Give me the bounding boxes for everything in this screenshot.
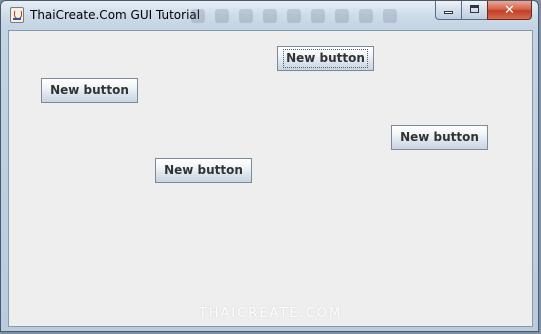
ghost-icon: [215, 9, 229, 23]
title-bar[interactable]: ThaiCreate.Com GUI Tutorial ✕: [1, 1, 538, 29]
ghost-icon: [287, 9, 301, 23]
ghost-icon: [335, 9, 349, 23]
button-label: New button: [283, 49, 368, 68]
maximize-icon: [470, 5, 479, 13]
ghost-icon: [191, 9, 205, 23]
ghost-icon: [263, 9, 277, 23]
new-button-left[interactable]: New button: [41, 78, 138, 103]
app-window: ThaiCreate.Com GUI Tutorial ✕ New button…: [0, 0, 539, 332]
java-app-icon[interactable]: [10, 7, 24, 23]
watermark: THAICREATE.COM: [198, 306, 343, 321]
window-title: ThaiCreate.Com GUI Tutorial: [30, 8, 201, 22]
ghost-icon: [383, 9, 397, 23]
close-icon: ✕: [504, 3, 515, 18]
background-toolbar-ghost: [191, 9, 421, 25]
ghost-icon: [359, 9, 373, 23]
minimize-button[interactable]: [435, 1, 461, 20]
new-button-right[interactable]: New button: [391, 125, 488, 150]
close-button[interactable]: ✕: [487, 1, 532, 20]
window-controls: ✕: [435, 1, 532, 20]
button-label: New button: [164, 163, 243, 177]
maximize-button[interactable]: [461, 1, 487, 20]
button-label: New button: [400, 130, 479, 144]
ghost-icon: [311, 9, 325, 23]
minimize-icon: [444, 11, 453, 14]
content-pane: New button New button New button New but…: [8, 30, 533, 327]
button-label: New button: [50, 83, 129, 97]
ghost-icon: [239, 9, 253, 23]
new-button-center[interactable]: New button: [155, 158, 252, 183]
new-button-top-center[interactable]: New button: [277, 46, 374, 71]
